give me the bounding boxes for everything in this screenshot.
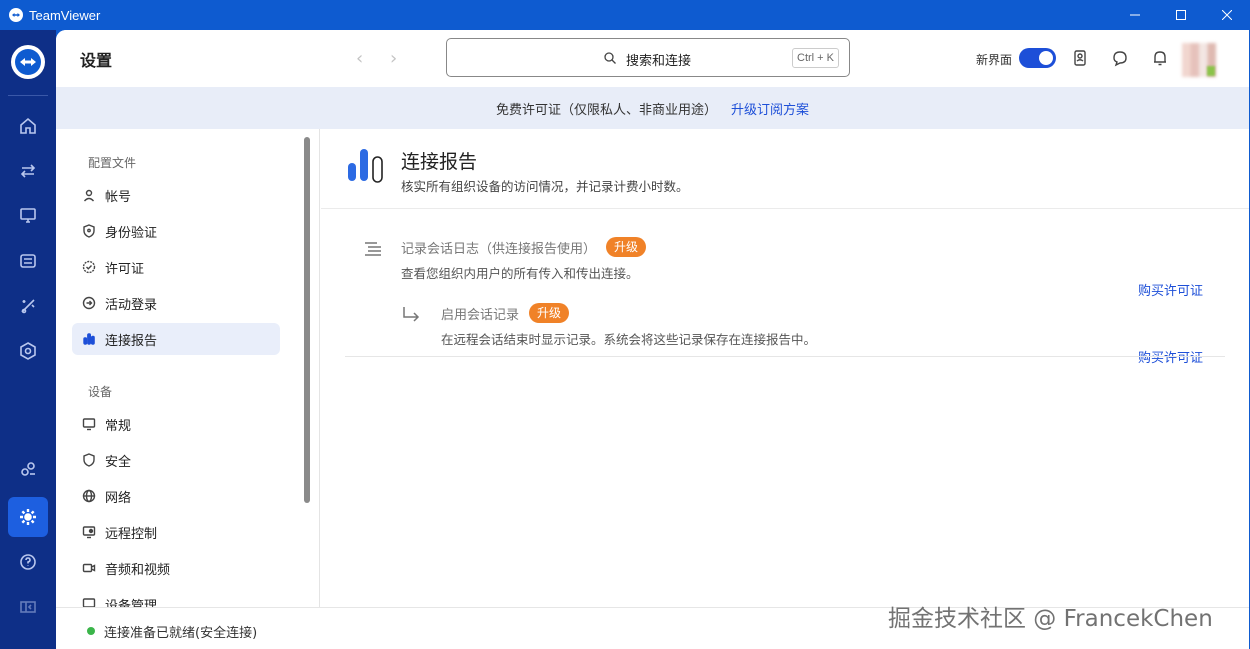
upgrade-badge[interactable]: 升级 <box>606 237 647 257</box>
settings-sidebar: 配置文件 帐号 身份验证 许可证 活动登录 连接报告 设备 常规 安全 网络 远… <box>56 129 320 607</box>
main-panel: 设置 ‹ › 搜索和连接 Ctrl + K 新界面 免费许可证（仅限私人、非商业… <box>56 30 1249 649</box>
collapse-icon[interactable] <box>8 587 48 627</box>
avatar-status-dot <box>1207 66 1215 76</box>
group-device-heading: 设备 <box>88 385 113 399</box>
search-label: 搜索和连接 <box>626 54 692 69</box>
sub-arrow-icon <box>401 305 421 325</box>
shield-icon <box>81 223 97 239</box>
shield-icon <box>81 452 97 468</box>
sidebar-item-account[interactable]: 帐号 <box>72 179 280 211</box>
teamviewer-rail-logo-icon[interactable] <box>11 45 45 79</box>
content-title: 连接报告 <box>401 151 478 173</box>
license-banner: 免费许可证（仅限私人、非商业用途） 升级订阅方案 <box>56 87 1249 129</box>
sidebar-item-label: 网络 <box>105 490 132 506</box>
sidebar-item-label: 身份验证 <box>105 225 158 241</box>
connection-report-icon <box>347 147 387 185</box>
minimize-button[interactable] <box>1112 0 1158 30</box>
divider <box>345 356 1225 357</box>
contacts-icon[interactable] <box>1071 49 1089 67</box>
close-button[interactable] <box>1204 0 1250 30</box>
sidebar-item-label: 常规 <box>105 418 132 434</box>
list-lines-icon <box>363 239 383 259</box>
sidebar-item-label: 活动登录 <box>105 297 158 313</box>
help-icon[interactable] <box>8 542 48 582</box>
arrow-circle-icon <box>81 295 97 311</box>
device-manage-icon <box>81 596 97 607</box>
session-recording-title: 启用会话记录 <box>441 307 520 323</box>
banner-text: 免费许可证（仅限私人、非商业用途） <box>495 102 717 118</box>
sidebar-item-label: 安全 <box>105 454 132 470</box>
people-icon[interactable] <box>8 450 48 490</box>
buy-license-link[interactable]: 购买许可证 <box>1138 280 1203 299</box>
sidebar-item-network[interactable]: 网络 <box>72 480 280 512</box>
devices-icon[interactable] <box>8 241 48 281</box>
maximize-icon <box>1176 10 1186 20</box>
forward-arrow-icon[interactable]: › <box>390 48 397 69</box>
session-recording-description: 在远程会话结束时显示记录。系统会将这些记录保存在连接报告中。 <box>441 332 817 347</box>
globe-icon <box>81 488 97 504</box>
chat-icon[interactable] <box>1111 49 1129 67</box>
close-icon <box>1222 10 1232 20</box>
new-ui-toggle[interactable] <box>1019 48 1056 68</box>
content-panel: 连接报告 核实所有组织设备的访问情况，并记录计费小时数。 记录会话日志（供连接报… <box>321 129 1249 607</box>
sidebar-item-label: 远程控制 <box>105 526 158 542</box>
header: 设置 ‹ › 搜索和连接 Ctrl + K 新界面 <box>56 30 1249 87</box>
upgrade-badge[interactable]: 升级 <box>529 303 570 323</box>
rail-divider <box>8 95 48 96</box>
session-log-title: 记录会话日志（供连接报告使用） <box>401 241 597 257</box>
user-icon <box>81 187 97 203</box>
magic-icon[interactable] <box>8 286 48 326</box>
back-arrow-icon[interactable]: ‹ <box>356 48 363 69</box>
sidebar-item-label: 连接报告 <box>105 333 158 349</box>
sidebar-item-security[interactable]: 安全 <box>72 444 280 476</box>
maximize-button[interactable] <box>1158 0 1204 30</box>
sidebar-item-label: 音频和视频 <box>105 562 171 578</box>
bell-icon[interactable] <box>1151 49 1169 67</box>
status-text: 连接准备已就绪(安全连接) <box>104 626 258 641</box>
sidebar-item-remote-control[interactable]: 远程控制 <box>72 516 280 548</box>
content-description: 核实所有组织设备的访问情况，并记录计费小时数。 <box>401 179 689 194</box>
sidebar-item-license[interactable]: 许可证 <box>72 251 280 283</box>
upgrade-plan-link[interactable]: 升级订阅方案 <box>731 99 809 118</box>
bar-chart-icon <box>81 331 97 347</box>
sidebar-item-audio-video[interactable]: 音频和视频 <box>72 552 280 584</box>
sidebar-item-device-management[interactable]: 设备管理 <box>72 588 280 607</box>
page-title: 设置 <box>80 51 113 70</box>
sidebar-item-label: 帐号 <box>105 189 132 205</box>
transfer-icon[interactable] <box>8 151 48 191</box>
session-recording-setting: 启用会话记录 升级 <box>441 303 570 323</box>
sidebar-item-label: 许可证 <box>105 261 145 277</box>
status-dot <box>87 627 95 635</box>
settings-icon[interactable] <box>8 497 48 537</box>
remote-device-icon[interactable] <box>8 196 48 236</box>
sidebar-item-general[interactable]: 常规 <box>72 408 280 440</box>
search-icon <box>604 52 616 64</box>
sidebar-item-connection-reports[interactable]: 连接报告 <box>72 323 280 355</box>
title-bar: TeamViewer <box>0 0 1250 30</box>
minimize-icon <box>1130 14 1140 16</box>
session-log-setting: 记录会话日志（供连接报告使用） 升级 <box>401 237 647 257</box>
remote-control-icon <box>81 524 97 540</box>
search-input[interactable]: 搜索和连接 Ctrl + K <box>446 38 850 77</box>
app-title: TeamViewer <box>29 7 101 23</box>
search-shortcut: Ctrl + K <box>792 48 839 68</box>
check-badge-icon <box>81 259 97 275</box>
video-icon <box>81 560 97 576</box>
sidebar-scrollbar[interactable] <box>304 137 310 503</box>
sidebar-item-authentication[interactable]: 身份验证 <box>72 215 280 247</box>
sidebar-item-active-logins[interactable]: 活动登录 <box>72 287 280 319</box>
sidebar-item-label: 设备管理 <box>105 598 158 608</box>
security-icon[interactable] <box>8 331 48 371</box>
watermark: 掘金技术社区 @ FrancekChen <box>888 606 1213 632</box>
home-icon[interactable] <box>8 106 48 146</box>
divider <box>321 208 1249 209</box>
monitor-icon <box>81 416 97 432</box>
group-profile-heading: 配置文件 <box>88 156 137 170</box>
session-log-description: 查看您组织内用户的所有传入和传出连接。 <box>401 266 639 281</box>
left-rail <box>0 30 56 649</box>
new-ui-label: 新界面 <box>976 53 1013 67</box>
teamviewer-logo-icon <box>9 8 23 22</box>
